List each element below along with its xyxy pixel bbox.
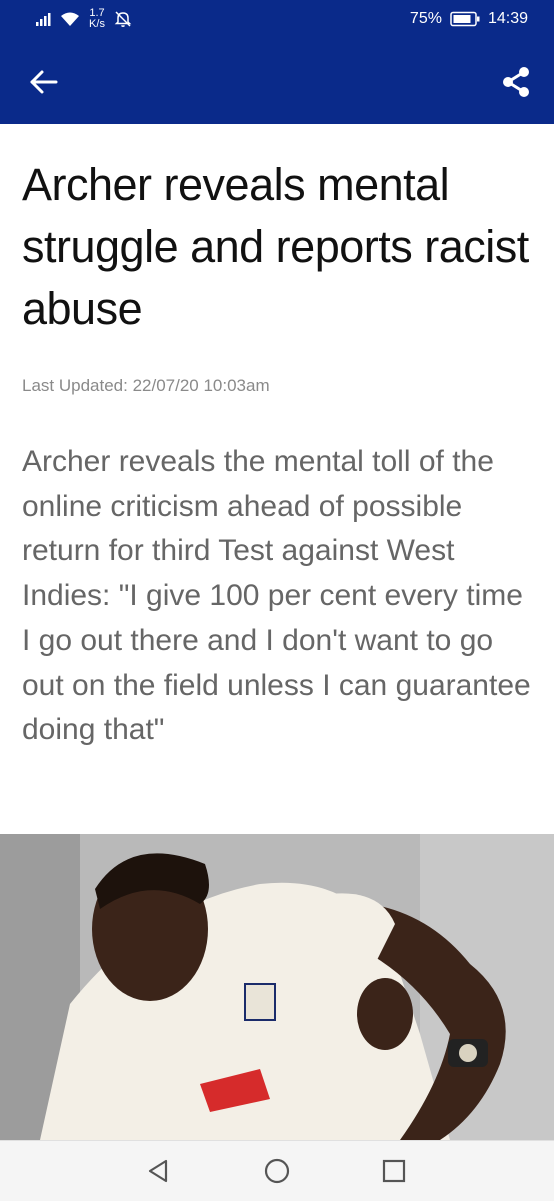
nav-back-button[interactable] xyxy=(142,1155,174,1187)
article-standfirst: Archer reveals the mental toll of the on… xyxy=(22,445,531,747)
clock: 14:39 xyxy=(487,10,528,27)
cricketer-photo xyxy=(0,834,554,1140)
square-recents-icon xyxy=(382,1159,406,1183)
arrow-left-icon xyxy=(30,70,58,94)
app-bar xyxy=(0,40,554,124)
battery-percent: 75% xyxy=(409,10,442,27)
nav-home-button[interactable] xyxy=(261,1155,293,1187)
triangle-back-icon xyxy=(148,1159,168,1183)
share-button[interactable] xyxy=(496,62,536,102)
wifi-icon xyxy=(61,12,79,26)
status-left: 1.7 K/s xyxy=(36,8,132,30)
nav-recents-button[interactable] xyxy=(378,1155,410,1187)
article-title: Archer reveals mental struggle and repor… xyxy=(22,159,529,334)
last-updated: Last Updated: 22/07/20 10:03am xyxy=(22,376,270,395)
status-bar: 1.7 K/s 75% 14:39 xyxy=(0,0,554,40)
system-nav-bar xyxy=(0,1140,554,1201)
network-speed: 1.7 K/s xyxy=(86,8,108,30)
mute-bell-icon xyxy=(114,11,132,27)
network-speed-unit: K/s xyxy=(89,18,105,30)
hero-image[interactable] xyxy=(0,834,554,1140)
battery-icon xyxy=(450,11,480,27)
article-content: Archer reveals mental struggle and repor… xyxy=(22,124,532,753)
share-icon xyxy=(503,67,529,97)
signal-icon xyxy=(36,13,51,26)
back-button[interactable] xyxy=(24,62,64,102)
circle-home-icon xyxy=(264,1158,290,1184)
status-right: 75% 14:39 xyxy=(410,10,528,28)
